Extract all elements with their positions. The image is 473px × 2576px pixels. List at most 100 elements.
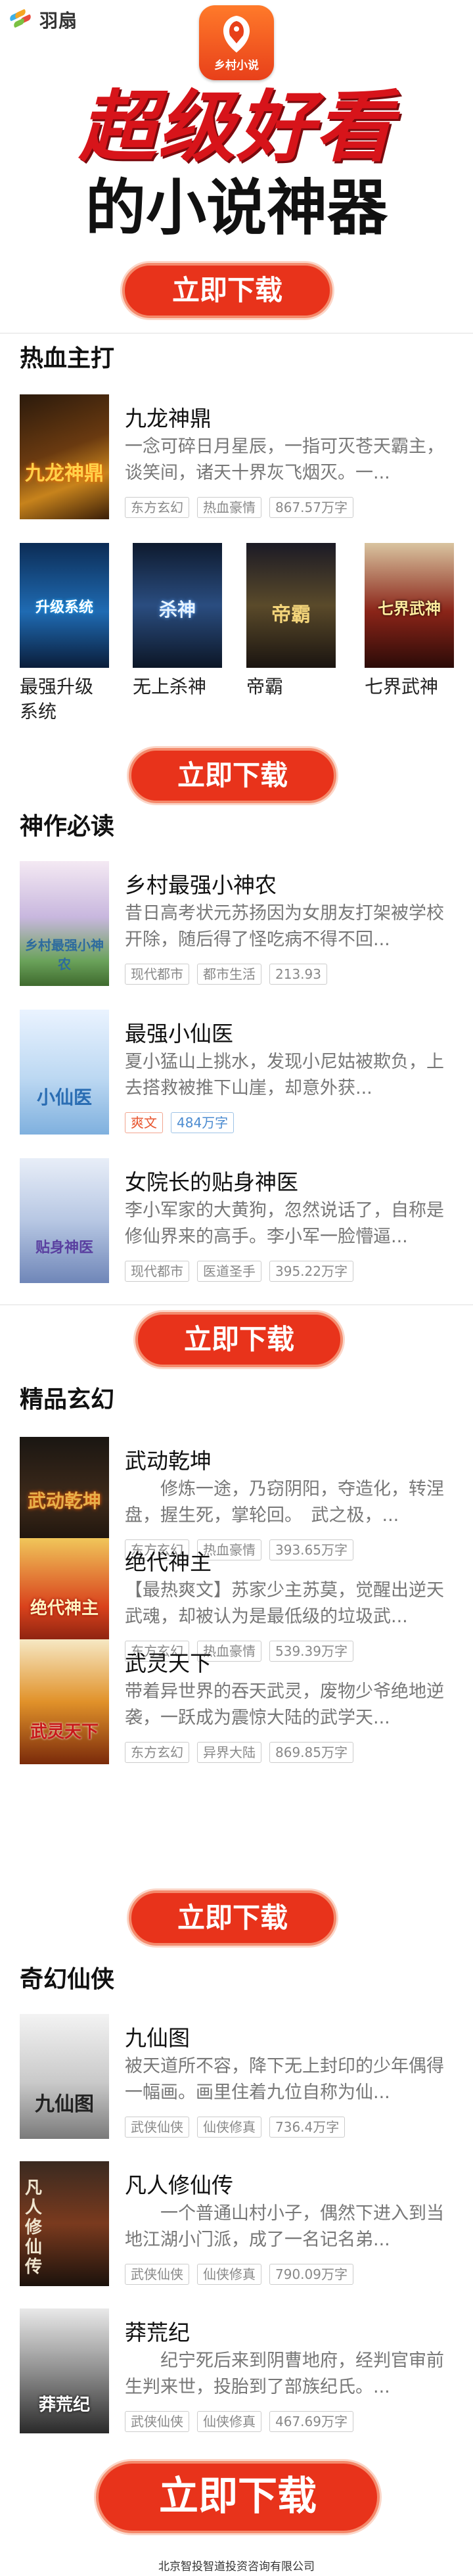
cover-title-text: 九龙神鼎 [25, 462, 104, 485]
cover-title-text: 武动乾坤 [27, 1490, 101, 1512]
cover-title-text: 升级系统 [35, 599, 93, 616]
cover-title-text: 杀神 [158, 599, 196, 621]
book-cover: 帝霸 [246, 543, 336, 668]
book-desc: 一念可碎日月星辰，一指可灭苍天霸主，谈笑间，诸天十界灰飞烟灭。一... [125, 436, 444, 483]
app-label: 乡村小说 [214, 59, 259, 72]
tag-wordcount: 790.09万字 [269, 2264, 353, 2285]
book-item[interactable]: 小仙医 最强小仙医 夏小猛山上挑水，发现小尼姑被欺负，上去搭救被推下山崖，却意外… [20, 1010, 455, 1138]
book-title: 莽荒纪 [125, 2320, 190, 2345]
app-icon[interactable]: 乡村小说 [199, 5, 274, 80]
tag-category: 现代都市 [125, 1261, 189, 1282]
book-title: 女院长的贴身神医 [125, 1169, 298, 1195]
bird-icon [223, 16, 250, 53]
book-item[interactable]: 九仙图 九仙图 被天道所不容，降下无上封印的少年偶得一幅画。画里住着九位自称为仙… [20, 2014, 455, 2143]
hero-subheadline: 的小说神器 [85, 173, 388, 243]
grid-book-3[interactable]: 帝霸 帝霸 [246, 543, 336, 699]
book-title: 最强小仙医 [125, 1021, 233, 1046]
book-cover: 杀神 [133, 543, 222, 668]
download-button-bottom[interactable]: 立即下载 [96, 2461, 380, 2533]
book-item[interactable]: 莽荒纪 莽荒纪 纪宁死后来到阴曹地府，经判官审前生判来世，投胎到了部族纪氏。..… [20, 2308, 455, 2437]
tag-genre: 仙侠修真 [197, 2264, 261, 2285]
section-title-xianxia: 奇幻仙侠 [20, 1966, 115, 1993]
tag-genre: 都市生活 [197, 964, 261, 985]
book-title: 七界武神 [365, 676, 439, 697]
cover-title-text: 九仙图 [35, 2093, 94, 2116]
book-cover: 武灵天下 [20, 1639, 109, 1764]
top-bar: 羽扇 乡村小说 [0, 0, 473, 80]
fan-logo-icon [9, 9, 35, 30]
tag-genre: 异界大陆 [197, 1742, 261, 1763]
tag-wordcount: 867.57万字 [269, 497, 353, 518]
cover-title-text: 乡村最强小神农 [25, 937, 104, 972]
tag-category: 武侠仙侠 [125, 2117, 189, 2138]
tag-genre: 医道圣手 [197, 1261, 261, 1282]
book-item[interactable]: 贴身神医 女院长的贴身神医 李小军家的大黄狗，忽然说话了，自称是修仙界来的高手。… [20, 1158, 455, 1287]
tag-category: 武侠仙侠 [125, 2264, 189, 2285]
download-button-3[interactable]: 立即下载 [135, 1312, 343, 1367]
book-title: 绝代神主 [125, 1549, 212, 1575]
cover-title-text: 武灵天下 [30, 1722, 99, 1742]
tag-wordcount: 213.93 [269, 964, 327, 985]
book-item[interactable]: 武灵天下 武灵天下 带着异世界的吞天武灵，废物少爷绝地逆袭，一跃成为震惊大陆的武… [20, 1639, 455, 1768]
section-title-must-read: 神作必读 [20, 813, 115, 840]
book-item-featured[interactable]: 九龙神鼎 九龙神鼎 一念可碎日月星辰，一指可灭苍天霸主，谈笑间，诸天十界灰飞烟灭… [20, 394, 455, 523]
book-cover: 小仙医 [20, 1010, 109, 1135]
book-tags: 东方玄幻 热血豪情 867.57万字 [125, 497, 353, 518]
book-title: 武灵天下 [125, 1651, 212, 1676]
book-tags: 现代都市 都市生活 213.93 [125, 964, 327, 985]
tag-category: 现代都市 [125, 964, 189, 985]
brand-name: 羽扇 [39, 10, 78, 32]
brand: 羽扇 [9, 7, 78, 33]
download-button-label: 立即下载 [177, 759, 288, 791]
book-title: 最强升级系统 [20, 676, 94, 722]
tag-wordcount: 869.85万字 [269, 1742, 353, 1763]
download-button-4[interactable]: 立即下载 [129, 1890, 336, 1946]
tag-wordcount: 395.22万字 [269, 1261, 353, 1282]
tag-wordcount: 484万字 [171, 1112, 235, 1133]
book-item[interactable]: 乡村最强小神农 乡村最强小神农 昔日高考状元苏扬因为女朋友打架被学校开除，随后得… [20, 861, 455, 990]
book-desc: 【最热爽文】苏家少主苏莫，觉醒出逆天武魂，却被认为是最低级的垃圾武... [125, 1580, 444, 1627]
book-cover: 七界武神 [365, 543, 454, 668]
book-title: 无上杀神 [133, 676, 207, 697]
grid-book-4[interactable]: 七界武神 七界武神 [365, 543, 454, 699]
cover-title-text: 绝代神主 [30, 1599, 99, 1618]
download-button-label: 立即下载 [171, 274, 282, 306]
grid-book-2[interactable]: 杀神 无上杀神 [133, 543, 222, 699]
company-footer: 北京智投智道投资咨询有限公司 [158, 2560, 315, 2573]
tag-genre: 热血豪情 [197, 497, 261, 518]
cover-title-text: 七界武神 [378, 599, 441, 618]
download-button-label: 立即下载 [159, 2473, 317, 2519]
book-item[interactable]: 凡人修仙传 凡人修仙传 一个普通山村小子，偶然下进入到当地江湖小门派，成了一名记… [20, 2161, 455, 2290]
book-title: 乡村最强小神农 [125, 872, 277, 898]
cover-title-text: 贴身神医 [35, 1240, 93, 1256]
tag-category: 东方玄幻 [125, 497, 189, 518]
book-title: 武动乾坤 [125, 1448, 212, 1474]
download-button-label: 立即下载 [177, 1902, 288, 1934]
book-desc: 李小军家的大黄狗，忽然说话了，自称是修仙界来的高手。李小军一脸懵逼... [125, 1200, 444, 1247]
download-button-label: 立即下载 [183, 1323, 294, 1355]
book-title: 九龙神鼎 [125, 406, 212, 431]
cover-title-text: 小仙医 [36, 1087, 92, 1108]
tag-genre: 仙侠修真 [197, 2117, 261, 2138]
tag-wordcount: 736.4万字 [269, 2117, 346, 2138]
book-desc: 昔日高考状元苏扬因为女朋友打架被学校开除，随后得了怪吃病不得不回... [125, 903, 444, 950]
section-divider [0, 1304, 473, 1305]
cover-title-text: 莽荒纪 [38, 2395, 90, 2415]
book-cover: 九龙神鼎 [20, 394, 109, 519]
book-tags: 东方玄幻 异界大陆 869.85万字 [125, 1742, 353, 1763]
book-title: 帝霸 [246, 676, 284, 697]
tag-genre: 仙侠修真 [197, 2411, 261, 2432]
download-button-1[interactable]: 立即下载 [122, 263, 332, 318]
book-cover: 莽荒纪 [20, 2308, 109, 2433]
book-title: 凡人修仙传 [125, 2172, 233, 2198]
book-tags: 武侠仙侠 仙侠修真 736.4万字 [125, 2117, 346, 2138]
tag-category: 武侠仙侠 [125, 2411, 189, 2432]
book-desc: 纪宁死后来到阴曹地府，经判官审前生判来世，投胎到了部族纪氏。... [125, 2351, 444, 2397]
book-desc: 一个普通山村小子，偶然下进入到当地江湖小门派，成了一名记名弟... [125, 2203, 444, 2250]
book-cover: 凡人修仙传 [20, 2161, 109, 2286]
grid-book-1[interactable]: 升级系统 最强升级系统 [20, 543, 109, 724]
book-desc: 修炼一途，乃窃阴阳，夺造化，转涅盘，握生死，掌轮回。 武之极，... [125, 1479, 444, 1526]
book-cover: 九仙图 [20, 2014, 109, 2139]
cover-title-text: 凡人修仙传 [25, 2178, 43, 2277]
download-button-2[interactable]: 立即下载 [129, 748, 336, 803]
